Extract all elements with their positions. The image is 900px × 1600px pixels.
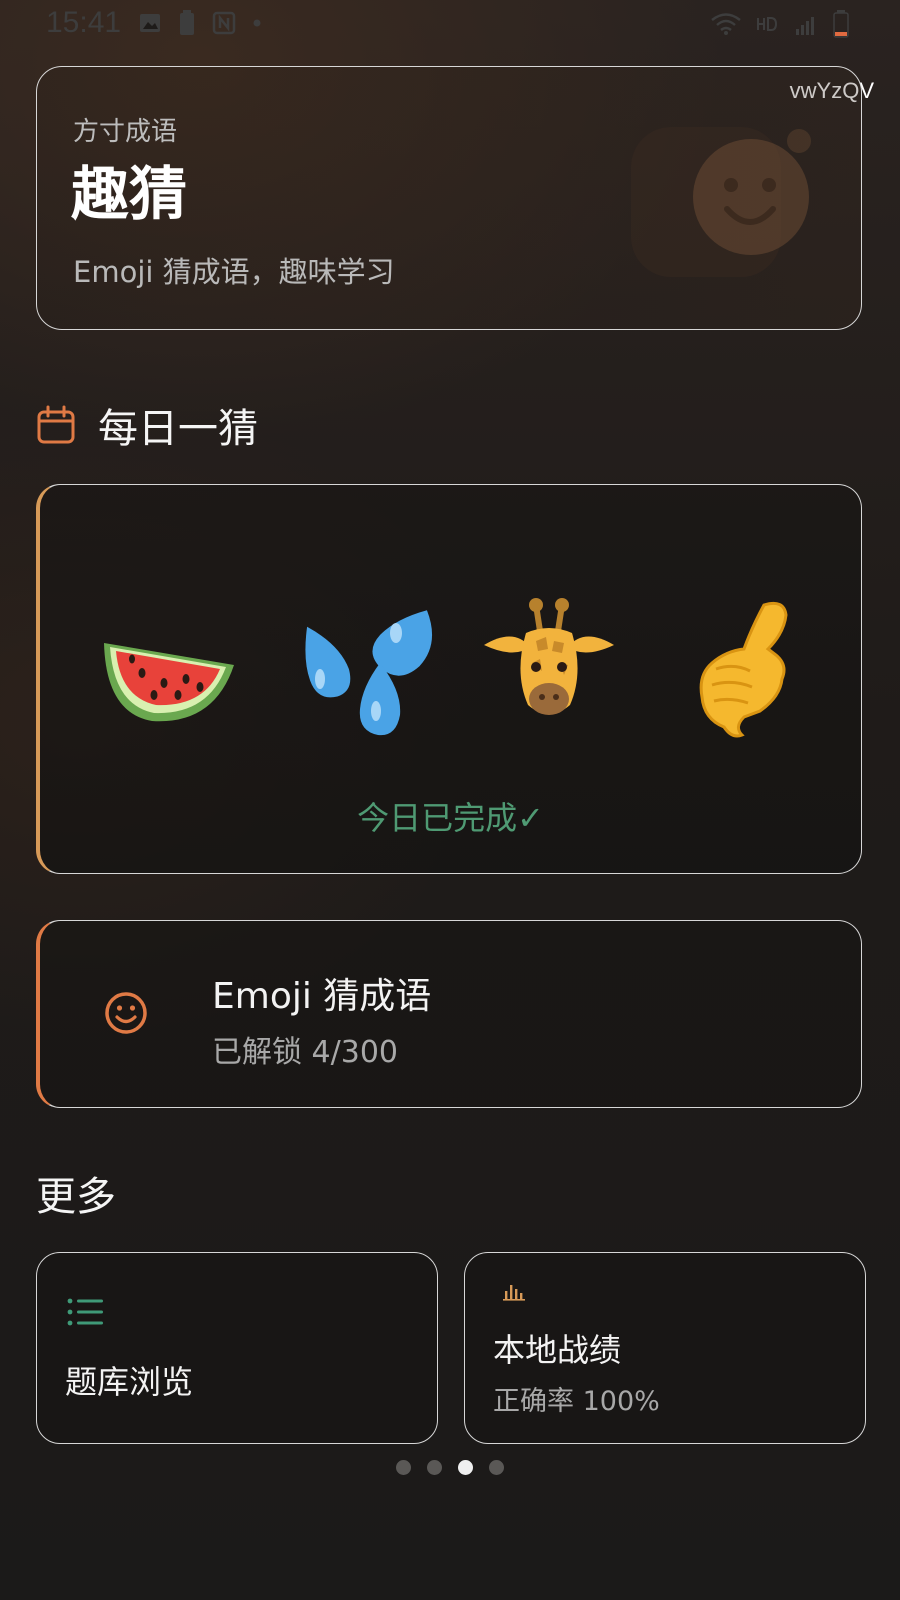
battery-saver-icon [180,10,194,35]
signal-4g-icon [796,17,814,35]
status-bar: 15:41 [0,0,900,48]
status-icons-right [710,10,850,38]
game-title: Emoji 猜成语 [212,976,432,1017]
image-icon [140,14,160,32]
page-dot[interactable] [427,1460,442,1475]
page-dot[interactable] [489,1460,504,1475]
watermelon-emoji [104,643,234,722]
sweat-droplets-emoji [305,610,433,736]
call-me-hand-emoji [699,601,788,738]
daily-puzzle-card[interactable]: 今日已完成✓ [36,484,862,874]
status-time: 15:41 [46,6,122,39]
status-icons-left [138,10,262,36]
game-progress-text: 已解锁 4/300 [212,1035,398,1070]
bar-chart-icon [503,1285,525,1301]
hero-subtitle: 方寸成语 [73,117,178,147]
battery-low-icon [833,10,849,38]
calendar-icon [37,405,75,444]
smiley-icon [631,127,811,277]
question-bank-label: 题库浏览 [65,1363,194,1401]
list-icon [67,1298,103,1326]
page-indicator[interactable] [0,1460,900,1475]
daily-section-header: 每日一猜 [36,396,258,454]
hero-description: Emoji 猜成语，趣味学习 [73,255,395,289]
accuracy-text: 正确率 100% [493,1386,660,1417]
nfc-icon [212,11,236,35]
daily-completed-status: 今日已完成✓ [357,799,544,837]
wifi-icon [711,13,741,35]
more-section-title: 更多 [36,1174,116,1220]
local-stats-label: 本地战绩 [493,1331,622,1369]
emoji-row [94,593,814,743]
hero-card: 方寸成语 趣猜 Emoji 猜成语，趣味学习 [36,66,862,330]
dot-icon [253,19,261,27]
page-dot-active[interactable] [458,1460,473,1475]
giraffe-emoji [484,598,614,715]
daily-section-title: 每日一猜 [98,406,258,452]
smiley-icon [105,992,147,1034]
page-dot[interactable] [396,1460,411,1475]
emoji-idiom-game-card[interactable]: Emoji 猜成语 已解锁 4/300 [36,920,862,1108]
hero-title: 趣猜 [71,160,188,228]
question-bank-card[interactable]: 题库浏览 [36,1252,438,1444]
local-stats-card[interactable]: 本地战绩 正确率 100% [464,1252,866,1444]
hd-icon [757,17,778,31]
